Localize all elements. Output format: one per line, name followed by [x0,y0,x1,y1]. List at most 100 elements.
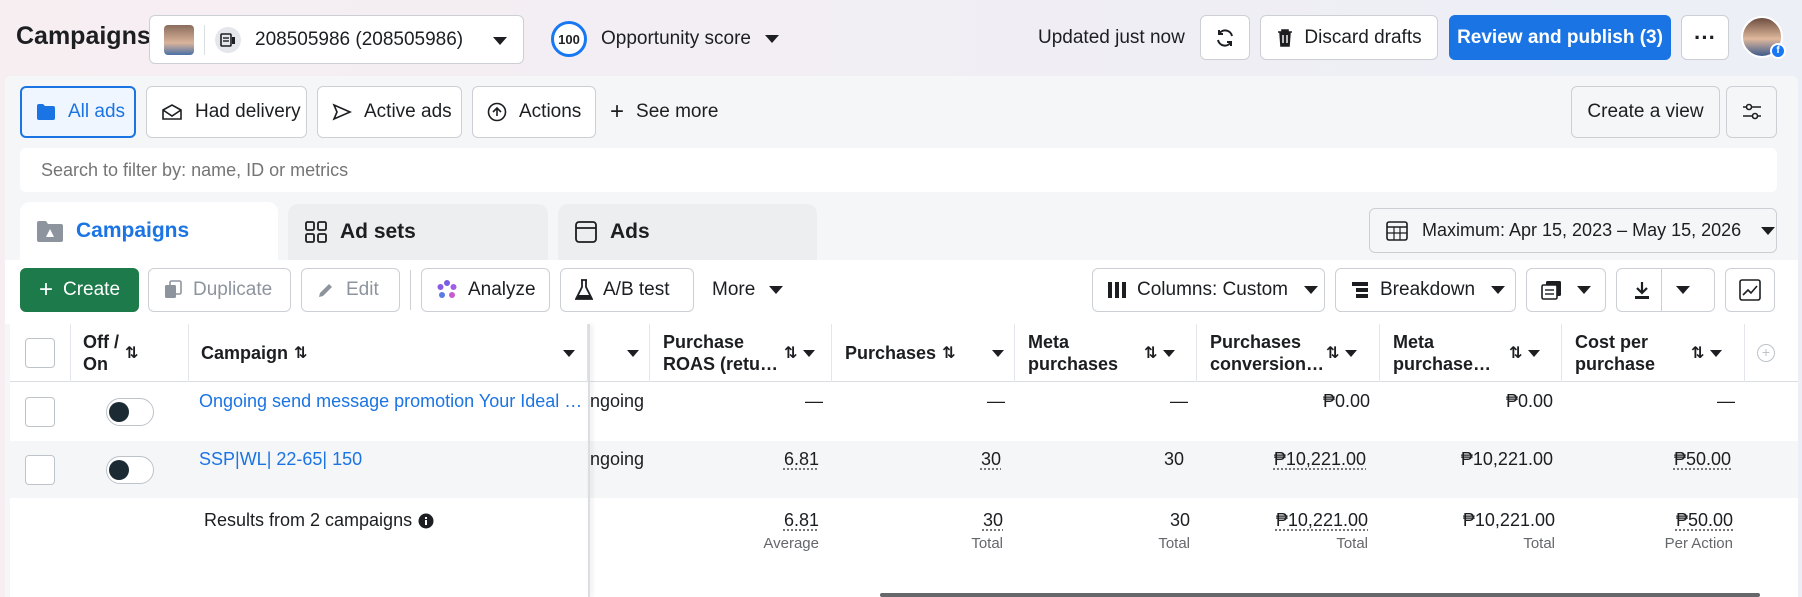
campaign-toggle[interactable] [106,456,154,484]
campaign-name-link[interactable]: Ongoing send message promotion Your Idea… [199,391,582,412]
analyze-button[interactable]: Analyze [421,268,550,312]
opportunity-score[interactable]: 100 Opportunity score [551,21,779,57]
summary-meta-purchases-label: Total [1158,535,1190,552]
campaign-folder-icon [36,219,64,243]
view-settings-button[interactable] [1726,86,1777,138]
reports-dropdown[interactable] [1526,268,1606,312]
filter-active-ads[interactable]: Active ads [317,86,462,138]
column-menu-icon[interactable] [1710,349,1723,357]
col-header-off-on[interactable]: Off / On ⇅ [71,324,189,382]
col-header-purchases-conversion-value[interactable]: Purchases conversion… ⇅ [1197,324,1380,382]
delivery-status: ngoing [590,391,645,411]
refresh-icon [1217,28,1233,47]
purchase-roas-value: 6.81 [783,449,819,469]
cost-per-purchase-value: — [1717,391,1735,411]
ab-test-button[interactable]: A/B test [560,268,694,312]
download-icon [1633,280,1651,300]
column-menu-icon[interactable] [803,349,816,357]
results-summary: Results from 2 campaigns [204,510,434,531]
column-menu-icon[interactable] [563,349,575,357]
filter-had-delivery[interactable]: Had delivery [146,86,307,138]
row-checkbox[interactable] [25,455,55,485]
date-range-picker[interactable]: Maximum: Apr 15, 2023 – May 15, 2026 [1369,208,1777,253]
trash-icon [1278,28,1293,47]
filter-actions[interactable]: Actions [472,86,596,138]
col-header-purchases[interactable]: Purchases ⇅ [832,324,1015,382]
more-actions-dropdown[interactable]: More [712,268,784,312]
summary-cost-per-purchase-label: Per Action [1664,535,1733,552]
summary-meta-purchase-value-label: Total [1523,535,1555,552]
sliders-icon [1742,103,1761,120]
reports-icon [1541,280,1563,300]
column-menu-icon[interactable] [627,349,639,357]
refresh-button[interactable] [1200,15,1250,60]
info-icon[interactable] [418,513,434,529]
meta-purchase-value: ₱0.00 [1505,391,1553,411]
summary-cost-per-purchase: ₱50.00 [1675,510,1733,530]
top-bar: Campaigns 208505986 (208505986) 100 Oppo… [0,0,1802,76]
tab-ad-sets[interactable]: Ad sets [288,204,548,260]
column-menu-icon[interactable] [992,349,1004,357]
discard-drafts-button[interactable]: Discard drafts [1260,15,1438,60]
col-header-delivery[interactable] [590,324,650,382]
chevron-down-icon [1761,226,1776,235]
see-more-filters[interactable]: + See more [610,86,718,138]
duplicate-button[interactable]: Duplicate [148,268,291,312]
breakdown-dropdown[interactable]: Breakdown [1335,268,1516,312]
col-header-meta-purchase-value[interactable]: Meta purchase… ⇅ [1380,324,1562,382]
ad-account-selector[interactable]: 208505986 (208505986) [149,15,524,64]
chevron-down-icon [1676,286,1690,294]
search-input[interactable] [20,148,1777,192]
row-checkbox[interactable] [25,397,55,427]
envelope-icon [161,103,183,121]
column-menu-icon[interactable] [1345,349,1358,357]
chevron-down-icon [764,35,779,43]
create-view-button[interactable]: Create a view [1571,86,1720,138]
purchases-value: — [987,391,1005,411]
grid-icon [304,220,328,244]
updated-status: Updated just now [1038,27,1185,48]
purchases-value: 30 [980,449,1001,469]
campaign-toggle[interactable] [106,398,154,426]
cost-per-purchase-value: ₱50.00 [1673,449,1731,469]
review-and-publish-button[interactable]: Review and publish (3) [1449,15,1671,60]
sparkle-icon [436,279,458,301]
sort-icon: ⇅ [1691,345,1705,362]
create-button[interactable]: + Create [20,268,139,312]
meta-purchases-value: — [1170,391,1188,411]
col-header-meta-purchases[interactable]: Meta purchases ⇅ [1015,324,1197,382]
summary-meta-purchase-value: ₱10,221.00 [1462,510,1555,530]
date-range-label: Maximum: Apr 15, 2023 – May 15, 2026 [1422,220,1742,240]
meta-purchase-value: ₱10,221.00 [1460,449,1553,469]
summary-meta-purchases: 30 [1169,510,1190,530]
edit-button[interactable]: Edit [301,268,400,312]
meta-purchases-value: 30 [1163,449,1184,469]
filter-all-ads[interactable]: All ads [20,86,136,138]
add-column-icon[interactable]: + [1757,344,1775,362]
col-header-purchase-roas[interactable]: Purchase ROAS (retu… ⇅ [650,324,832,382]
summary-conversion-value-label: Total [1336,535,1368,552]
export-dropdown[interactable] [1616,268,1715,312]
tab-campaigns[interactable]: Campaigns [20,202,278,260]
more-options-button[interactable]: ··· [1681,15,1729,60]
delivery-status: ngoing [590,449,645,469]
horizontal-scrollbar[interactable] [880,593,1760,597]
account-avatar [164,24,194,55]
tab-ads[interactable]: Ads [558,204,817,260]
opportunity-score-label: Opportunity score [601,28,751,49]
upload-circle-icon [487,102,507,122]
chevron-down-icon [493,37,507,45]
column-menu-icon[interactable] [1528,349,1541,357]
chevron-down-icon [1577,286,1591,294]
opportunity-score-badge: 100 [551,21,587,57]
sort-icon: ⇅ [1144,345,1158,362]
account-label: 208505986 (208505986) [255,28,464,50]
column-menu-icon[interactable] [1163,349,1176,357]
select-all-checkbox[interactable] [25,338,55,368]
columns-dropdown[interactable]: Columns: Custom [1092,268,1325,312]
col-header-cost-per-purchase[interactable]: Cost per purchase ⇅ [1562,324,1745,382]
charts-button[interactable] [1725,268,1775,312]
campaign-name-link[interactable]: SSP|WL| 22-65| 150 [199,449,362,470]
col-header-campaign[interactable]: Campaign ⇅ [189,324,588,382]
conversion-value: ₱10,221.00 [1273,449,1366,469]
